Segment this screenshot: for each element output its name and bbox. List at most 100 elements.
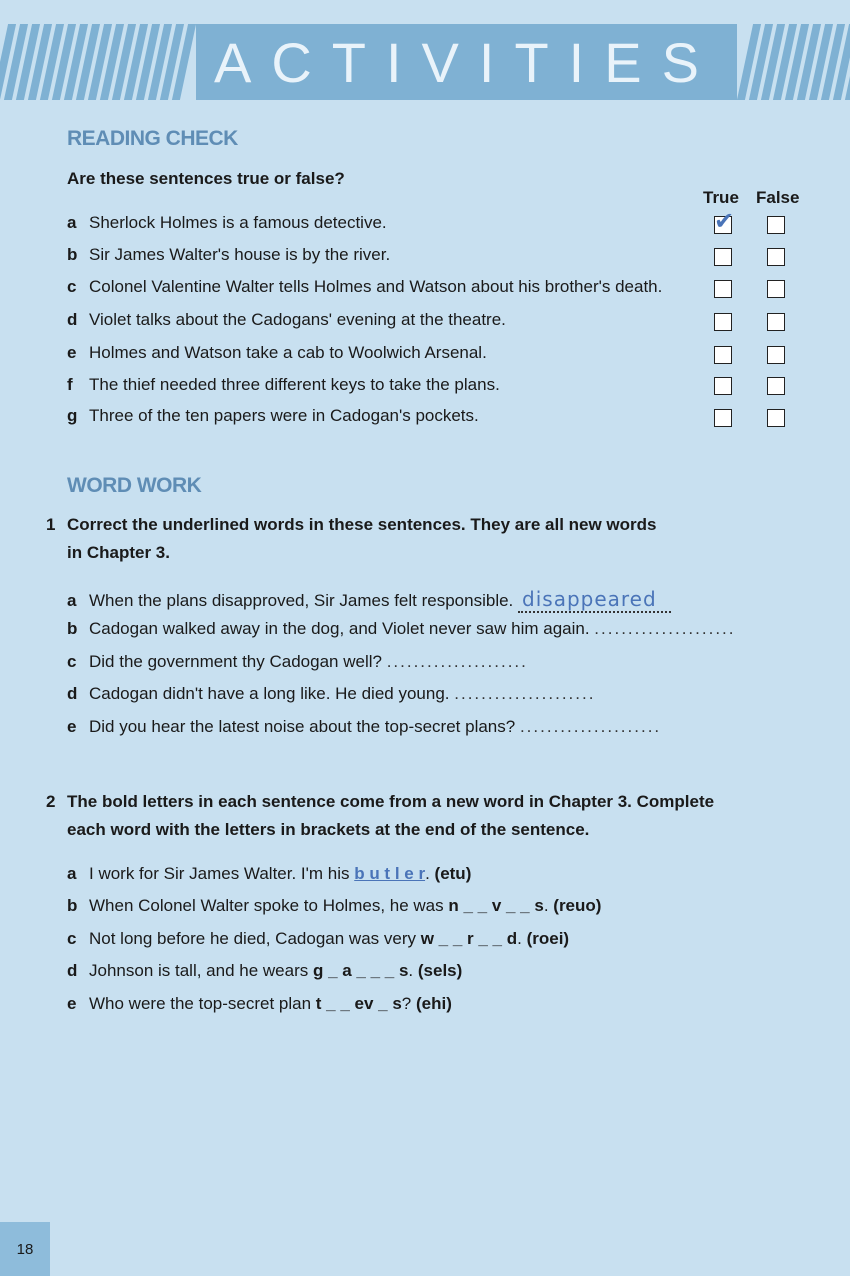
item-letter: e bbox=[67, 994, 77, 1013]
banner-title-box: ACTIVITIES bbox=[196, 24, 737, 100]
item-text: I work for Sir James Walter. I'm his bbox=[89, 864, 355, 883]
item-text: Johnson is tall, and he wears bbox=[89, 961, 313, 980]
page-number: 18 bbox=[0, 1222, 50, 1276]
tf-item-e: e Holmes and Watson take a cab to Woolwic… bbox=[67, 343, 487, 363]
answer-field[interactable]: ..................... bbox=[387, 652, 528, 671]
item-letter: b bbox=[67, 896, 78, 915]
answer-field[interactable]: ..................... bbox=[594, 619, 735, 638]
item-letter: c bbox=[67, 929, 77, 948]
tf-item-d: d Violet talks about the Cadogans' evenin… bbox=[67, 310, 506, 330]
false-checkbox-e[interactable] bbox=[767, 346, 785, 364]
item-letter: d bbox=[67, 310, 78, 329]
false-checkbox-d[interactable] bbox=[767, 313, 785, 331]
check-mark-icon: ✔ bbox=[714, 208, 735, 235]
item-text: When the plans disapproved, Sir James fe… bbox=[89, 591, 514, 610]
true-checkbox-f[interactable] bbox=[714, 377, 732, 395]
question-1-line1: Correct the underlined words in these se… bbox=[67, 515, 657, 534]
tf-item-b: b Sir James Walter's house is by the rive… bbox=[67, 245, 390, 265]
reading-check-title: READING CHECK bbox=[67, 127, 238, 150]
item-letter: d bbox=[67, 684, 78, 703]
reading-check-instruction: Are these sentences true or false? bbox=[67, 169, 345, 188]
item-text: Sherlock Holmes is a famous detective. bbox=[89, 213, 387, 232]
item-letter: e bbox=[67, 717, 77, 736]
item-text: Who were the top-secret plan bbox=[89, 994, 316, 1013]
item-letter: a bbox=[67, 591, 77, 610]
banner-stripes-right bbox=[736, 24, 850, 100]
true-checkbox-d[interactable] bbox=[714, 313, 732, 331]
item-letter: g bbox=[67, 406, 78, 425]
answer-field[interactable]: disappeared bbox=[518, 587, 671, 613]
question-number-2: 2 bbox=[46, 792, 56, 811]
item-text: Cadogan walked away in the dog, and Viol… bbox=[89, 619, 590, 638]
question-1-line2: in Chapter 3. bbox=[67, 543, 170, 562]
bracket-letters: (roei) bbox=[526, 929, 570, 948]
item-letter: b bbox=[67, 619, 78, 638]
tf-item-f: f The thief needed three different keys t… bbox=[67, 375, 500, 395]
true-checkbox-b[interactable] bbox=[714, 248, 732, 266]
item-letter: b bbox=[67, 245, 78, 264]
banner-stripes-left bbox=[0, 24, 197, 100]
bracket-letters: (ehi) bbox=[416, 994, 452, 1013]
question-1-text: Correct the underlined words in these se… bbox=[67, 511, 657, 567]
item-letter: d bbox=[67, 961, 78, 980]
q2-item-a: a I work for Sir James Walter. I'm his b … bbox=[67, 864, 471, 884]
q1-item-a: a When the plans disapproved, Sir James f… bbox=[67, 587, 671, 613]
q1-item-c: c Did the government thy Cadogan well? ..… bbox=[67, 652, 528, 672]
item-text: The thief needed three different keys to… bbox=[89, 375, 500, 394]
tf-item-g: g Three of the ten papers were in Cadogan… bbox=[67, 406, 479, 426]
q1-item-d: d Cadogan didn't have a long like. He die… bbox=[67, 684, 595, 704]
true-checkbox-g[interactable] bbox=[714, 409, 732, 427]
item-text: When Colonel Walter spoke to Holmes, he … bbox=[89, 896, 449, 915]
item-punct: ? bbox=[401, 994, 412, 1013]
false-column-header: False bbox=[756, 188, 800, 207]
item-punct: . bbox=[517, 929, 522, 948]
tf-item-a: a Sherlock Holmes is a famous detective. bbox=[67, 213, 387, 233]
item-text: Did you hear the latest noise about the … bbox=[89, 717, 516, 736]
item-text: Cadogan didn't have a long like. He died… bbox=[89, 684, 450, 703]
question-2-line2: each word with the letters in brackets a… bbox=[67, 820, 590, 839]
word-blanks[interactable]: n _ _ v _ _ s bbox=[448, 896, 543, 915]
item-punct: . bbox=[543, 896, 549, 915]
q2-item-c: c Not long before he died, Cadogan was ve… bbox=[67, 929, 569, 949]
item-text: Colonel Valentine Walter tells Holmes an… bbox=[89, 277, 663, 296]
item-text: Did the government thy Cadogan well? bbox=[89, 652, 382, 671]
tf-item-c: c Colonel Valentine Walter tells Holmes a… bbox=[67, 277, 662, 297]
true-column-header: True bbox=[703, 188, 739, 207]
q2-item-e: e Who were the top-secret plan t _ _ ev _… bbox=[67, 994, 452, 1014]
question-2-line1: The bold letters in each sentence come f… bbox=[67, 792, 715, 811]
true-checkbox-e[interactable] bbox=[714, 346, 732, 364]
q1-item-e: e Did you hear the latest noise about the… bbox=[67, 717, 661, 737]
word-blanks[interactable]: w _ _ r _ _ d bbox=[421, 929, 517, 948]
word-blanks[interactable]: t _ _ ev _ s bbox=[316, 994, 402, 1013]
item-letter: e bbox=[67, 343, 77, 362]
item-text: Holmes and Watson take a cab to Woolwich… bbox=[89, 343, 487, 362]
page-number-text: 18 bbox=[16, 1240, 34, 1258]
item-letter: f bbox=[67, 375, 73, 394]
false-checkbox-a[interactable] bbox=[767, 216, 785, 234]
item-letter: c bbox=[67, 277, 77, 296]
item-text: Not long before he died, Cadogan was ver… bbox=[89, 929, 421, 948]
answer-field[interactable]: ..................... bbox=[520, 717, 661, 736]
false-checkbox-c[interactable] bbox=[767, 280, 785, 298]
answer-field[interactable]: ..................... bbox=[454, 684, 595, 703]
word-blanks[interactable]: g _ a _ _ _ s bbox=[313, 961, 408, 980]
bracket-letters: (etu) bbox=[434, 864, 472, 883]
item-punct: . bbox=[425, 864, 430, 883]
item-letter: c bbox=[67, 652, 77, 671]
activities-banner: ACTIVITIES bbox=[0, 22, 850, 102]
item-text: Sir James Walter's house is by the river… bbox=[89, 245, 391, 264]
q2-item-d: d Johnson is tall, and he wears g _ a _ _… bbox=[67, 961, 462, 981]
bracket-letters: (sels) bbox=[417, 961, 463, 980]
false-checkbox-f[interactable] bbox=[767, 377, 785, 395]
item-letter: a bbox=[67, 213, 77, 232]
false-checkbox-g[interactable] bbox=[767, 409, 785, 427]
item-letter: a bbox=[67, 864, 77, 883]
banner-title: ACTIVITIES bbox=[214, 30, 719, 94]
completed-word[interactable]: b u t l e r bbox=[354, 864, 425, 883]
q1-item-b: b Cadogan walked away in the dog, and Vio… bbox=[67, 619, 735, 639]
item-text: Three of the ten papers were in Cadogan'… bbox=[89, 406, 479, 425]
item-punct: . bbox=[408, 961, 414, 980]
false-checkbox-b[interactable] bbox=[767, 248, 785, 266]
item-text: Violet talks about the Cadogans' evening… bbox=[89, 310, 506, 329]
true-checkbox-c[interactable] bbox=[714, 280, 732, 298]
